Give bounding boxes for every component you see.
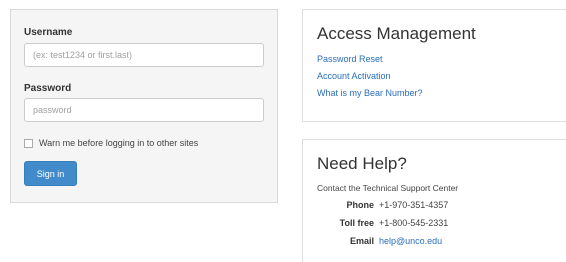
phone-value: +1-970-351-4357: [379, 200, 449, 210]
tollfree-label: Toll free: [339, 218, 374, 228]
warn-checkbox[interactable]: [24, 138, 33, 148]
password-input[interactable]: [24, 98, 264, 122]
password-label: Password: [24, 83, 72, 94]
access-management-title: Access Management: [317, 24, 476, 43]
phone-label: Phone: [346, 200, 374, 210]
bear-number-link[interactable]: What is my Bear Number?: [317, 88, 423, 98]
need-help-title: Need Help?: [317, 154, 407, 173]
access-management-card: Access Management Password Reset Account…: [302, 9, 566, 122]
email-value-wrap: help@unco.edu: [379, 236, 442, 246]
sign-in-button[interactable]: Sign in: [24, 161, 77, 186]
need-help-card: Need Help? Contact the Technical Support…: [302, 139, 566, 262]
password-reset-link[interactable]: Password Reset: [317, 54, 383, 64]
login-panel: Username Password Warn me before logging…: [10, 9, 278, 203]
account-activation-link[interactable]: Account Activation: [317, 71, 391, 81]
warn-checkbox-row[interactable]: Warn me before logging in to other sites: [24, 138, 198, 148]
email-link[interactable]: help@unco.edu: [379, 236, 442, 246]
email-label: Email: [349, 236, 374, 246]
tollfree-value: +1-800-545-2331: [379, 218, 449, 228]
warn-checkbox-label: Warn me before logging in to other sites: [39, 138, 199, 148]
help-intro-text: Contact the Technical Support Center: [317, 183, 459, 193]
username-input[interactable]: [24, 43, 264, 67]
username-label: Username: [24, 27, 73, 38]
